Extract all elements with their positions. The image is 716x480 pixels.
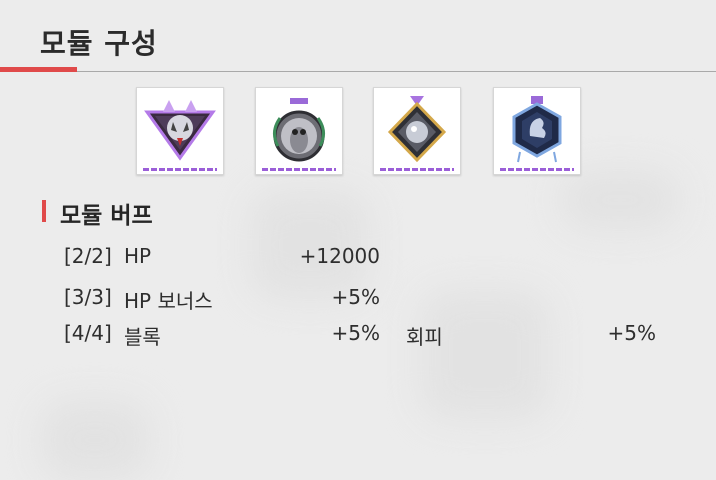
- buff-stat: HP 보너스: [124, 289, 213, 313]
- section-accent-bar: [42, 200, 46, 222]
- section-title: 모듈 버프: [60, 203, 153, 229]
- header-divider: [0, 71, 716, 72]
- buff-step: [4/4]: [64, 321, 112, 345]
- buff-value: +5%: [331, 285, 381, 309]
- background-blur: [40, 400, 150, 480]
- owl-medal-icon: [273, 98, 325, 162]
- rarity-bar: [500, 168, 574, 171]
- buff-row: [3/3] HP 보너스 +5%: [0, 285, 716, 313]
- module-card-1[interactable]: [136, 87, 224, 175]
- hexagon-knight-emblem-icon: [512, 96, 562, 163]
- buff-value-secondary: +5%: [607, 321, 657, 345]
- buff-value: +12000: [299, 244, 380, 268]
- module-card-2[interactable]: [255, 87, 343, 175]
- header-accent-bar: [0, 67, 77, 72]
- buff-step: [2/2]: [64, 244, 112, 268]
- buff-stat: 블록: [124, 325, 161, 349]
- rarity-bar: [262, 168, 336, 171]
- module-list: [0, 87, 716, 177]
- buff-stat-secondary: 회피: [406, 325, 443, 349]
- module-card-3[interactable]: [373, 87, 461, 175]
- demon-wolf-emblem-icon: [144, 100, 216, 161]
- page-title: 모듈 구성: [40, 27, 158, 60]
- module-card-4[interactable]: [493, 87, 581, 175]
- buff-stat: HP: [124, 244, 152, 268]
- background-blur: [560, 170, 680, 230]
- buff-value: +5%: [331, 321, 381, 345]
- buff-row: [2/2] HP +12000: [0, 244, 716, 272]
- crystal-diamond-medal-icon: [387, 96, 447, 163]
- buff-step: [3/3]: [64, 285, 112, 309]
- rarity-bar: [380, 168, 454, 171]
- buff-row: [4/4] 블록 +5% 회피 +5%: [0, 321, 716, 349]
- rarity-bar: [143, 168, 217, 171]
- page-header: 모듈 구성: [0, 0, 716, 72]
